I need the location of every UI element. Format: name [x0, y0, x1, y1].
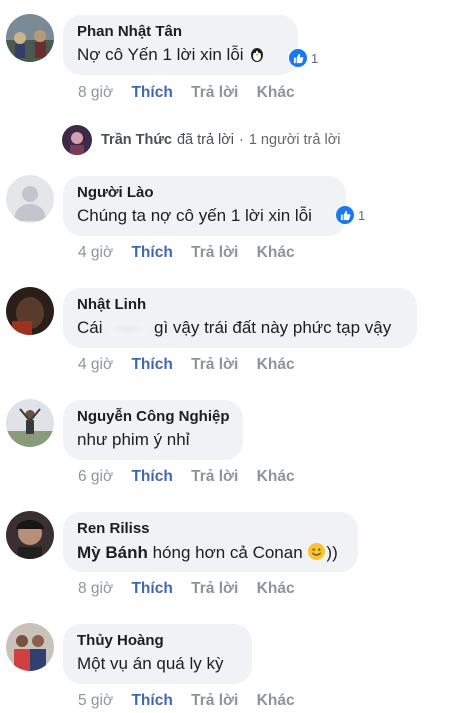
- comment-actions: 8 giờ Thích Trả lời Khác: [78, 580, 309, 598]
- comment-text: Nợ cô Yến 1 lời xin lỗi: [77, 45, 284, 68]
- more-button[interactable]: Khác: [257, 84, 295, 101]
- censored-word: [109, 321, 148, 336]
- avatar[interactable]: [6, 399, 54, 447]
- avatar[interactable]: [6, 175, 54, 223]
- comment-bubble: Phan Nhật Tân Nợ cô Yến 1 lời xin lỗi: [63, 15, 298, 75]
- comment-text-tail: )): [326, 543, 338, 562]
- reply-author[interactable]: Trần Thức: [101, 132, 172, 148]
- reaction-number: 1: [358, 207, 366, 223]
- penguin-emoji-icon: [248, 45, 266, 68]
- like-icon: [288, 48, 308, 68]
- comment-actions: 5 giờ Thích Trả lời Khác: [78, 692, 309, 710]
- avatar[interactable]: [6, 511, 54, 559]
- avatar[interactable]: [6, 623, 54, 671]
- comment-author[interactable]: Ren Riliss: [77, 520, 344, 537]
- comment-author[interactable]: Nguyễn Công Nghiệp: [77, 408, 230, 425]
- comment-author[interactable]: Người Lào: [77, 184, 332, 201]
- comment-bubble: Ren Riliss Mỳ Bánh hóng hơn cả Conan )): [63, 512, 358, 572]
- reply-summary[interactable]: Trần Thức đã trả lời · 1 người trả lời: [62, 125, 340, 155]
- comment-actions: 4 giờ Thích Trả lời Khác: [78, 244, 309, 262]
- more-button[interactable]: Khác: [257, 244, 295, 261]
- more-button[interactable]: Khác: [257, 468, 295, 485]
- reply-button[interactable]: Trả lời: [191, 244, 238, 261]
- smile-emoji-icon: [307, 542, 326, 566]
- comment-author[interactable]: Thủy Hoàng: [77, 632, 238, 649]
- comment-text: Chúng ta nợ cô yến 1 lời xin lỗi: [77, 206, 312, 225]
- more-button[interactable]: Khác: [257, 356, 295, 373]
- comment-author[interactable]: Phan Nhật Tân: [77, 23, 284, 40]
- comment-time[interactable]: 8 giờ: [78, 580, 113, 597]
- like-button[interactable]: Thích: [131, 692, 172, 709]
- comment-text-end: gì vậy trái đất này phức tạp vậy: [153, 318, 392, 337]
- reply-button[interactable]: Trả lời: [191, 84, 238, 101]
- like-button[interactable]: Thích: [131, 356, 172, 373]
- comment-bubble: Nguyễn Công Nghiệp như phim ý nhỉ: [63, 400, 243, 460]
- comment-author[interactable]: Nhật Linh: [77, 296, 403, 313]
- reaction-count[interactable]: 1: [288, 48, 318, 68]
- like-button[interactable]: Thích: [131, 580, 172, 597]
- comment-bubble: Thủy Hoàng Một vụ án quá ly kỳ: [63, 624, 252, 684]
- mention-link[interactable]: Mỳ Bánh: [77, 543, 148, 562]
- comment-actions: 6 giờ Thích Trả lời Khác: [78, 468, 309, 486]
- comment-bubble: Người Lào Chúng ta nợ cô yến 1 lời xin l…: [63, 176, 346, 236]
- comment-actions: 8 giờ Thích Trả lời Khác: [78, 84, 309, 102]
- comment-text: Mỳ Bánh hóng hơn cả Conan )): [77, 542, 344, 566]
- avatar: [62, 125, 92, 155]
- comment-time[interactable]: 4 giờ: [78, 244, 113, 261]
- like-button[interactable]: Thích: [131, 84, 172, 101]
- like-button[interactable]: Thích: [131, 468, 172, 485]
- comment-text-start: Cái: [77, 318, 103, 337]
- comment-text: như phim ý nhỉ: [77, 430, 190, 449]
- like-button[interactable]: Thích: [131, 244, 172, 261]
- comment-actions: 4 giờ Thích Trả lời Khác: [78, 356, 309, 374]
- separator-dot: ·: [239, 132, 244, 148]
- reply-verb: đã trả lời: [176, 132, 234, 148]
- comment-text: Một vụ án quá ly kỳ: [77, 654, 224, 673]
- reply-button[interactable]: Trả lời: [191, 580, 238, 597]
- reply-count[interactable]: 1 người trả lời: [249, 132, 341, 148]
- comment-time[interactable]: 8 giờ: [78, 84, 113, 101]
- more-button[interactable]: Khác: [257, 692, 295, 709]
- avatar[interactable]: [6, 287, 54, 335]
- avatar[interactable]: [6, 14, 54, 62]
- like-icon: [335, 205, 355, 225]
- more-button[interactable]: Khác: [257, 580, 295, 597]
- reply-button[interactable]: Trả lời: [191, 356, 238, 373]
- comment-bubble: Nhật Linh Cái gì vậy trái đất này phức t…: [63, 288, 417, 348]
- comment-text-content: Nợ cô Yến 1 lời xin lỗi: [77, 45, 244, 64]
- comment-text-content: hóng hơn cả Conan: [152, 543, 303, 562]
- reaction-count[interactable]: 1: [335, 205, 365, 225]
- reaction-number: 1: [311, 50, 319, 66]
- reply-button[interactable]: Trả lời: [191, 468, 238, 485]
- comment-time[interactable]: 4 giờ: [78, 356, 113, 373]
- reply-button[interactable]: Trả lời: [191, 692, 238, 709]
- comment-time[interactable]: 6 giờ: [78, 468, 113, 485]
- comment-time[interactable]: 5 giờ: [78, 692, 113, 709]
- comment-text: Cái gì vậy trái đất này phức tạp vậy: [77, 318, 403, 338]
